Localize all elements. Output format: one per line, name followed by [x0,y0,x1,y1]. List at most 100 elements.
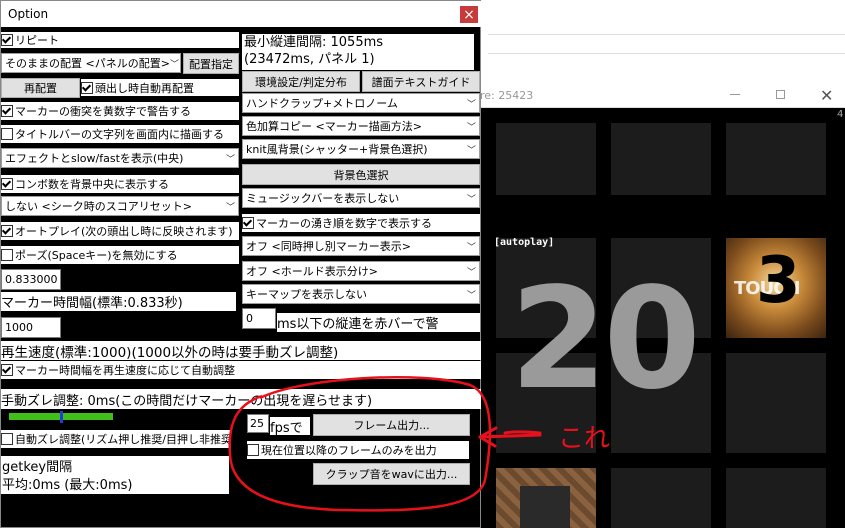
button-label: 配置指定 [189,57,233,71]
checkbox-label: マーカーの湧き順を数字で表示する [256,217,432,230]
offset-slider[interactable] [9,411,113,423]
checkbox-box [1,225,13,237]
effect-select[interactable]: エフェクトとslow/fastを表示(中央) ﹀ [1,148,239,168]
chevron-down-icon: ﹀ [466,290,476,301]
checkbox-label: リピート [15,34,59,47]
label-text: 手動ズレ調整: 0ms(この時間だけマーカーの出現を遅らせます) [1,393,373,409]
chevron-down-icon: ﹀ [466,194,476,205]
color-add-select[interactable]: 色加算コピー <マーカー描画方法> ﹀ [242,116,480,136]
select-value: knit風背景(シャッター+背景色選択) [246,143,428,156]
auto-offset-checkbox[interactable]: 自動ズレ調整(リズム押し推奨/目押し非推奨) [1,430,231,448]
getkey-average: 平均:0ms (最大:0ms) [2,478,133,493]
close-icon: × [463,6,475,23]
replace-button[interactable]: 再配置 [1,78,80,98]
panel-tile [611,468,711,528]
chevron-down-icon: ﹀ [225,154,235,165]
button-label: フレーム出力... [353,419,430,432]
checkbox-box [1,364,13,376]
select-value: エフェクトとslow/fastを表示(中央) [5,152,184,165]
marker-speed-adjust-checkbox[interactable]: マーカー時間幅を再生速度に応じて自動調整 [1,361,481,379]
chevron-down-icon: ﹀ [225,202,235,213]
checkbox-label: ポーズ(Spaceキー)を無効にする [15,249,178,262]
annotation-text: これ [558,424,611,454]
checkbox-label: 自動ズレ調整(リズム押し推奨/目押し非推奨) [15,433,231,446]
select-value: しない <シーク時のスコアリセット> [5,200,192,213]
marker-collision-checkbox[interactable]: マーカーの衝突を黄数字で警告する [1,102,239,120]
panel-tile [611,123,711,195]
marker-order-checkbox[interactable]: マーカーの湧き順を数字で表示する [242,214,480,232]
divider [488,34,845,35]
minimize-icon[interactable] [730,94,740,95]
min-interval-line1: 最小縦連間隔: 1055ms [244,35,384,50]
getkey-title: getkey間隔 [2,460,73,475]
pause-disable-checkbox[interactable]: ポーズ(Spaceキー)を無効にする [1,246,239,264]
env-settings-button[interactable]: 環境設定/判定分布 [242,71,360,92]
score-text-guide-button[interactable]: 譜面テキストガイド [362,71,480,92]
select-value: ミュージックバーを表示しない [246,192,400,205]
chevron-down-icon: ﹀ [466,145,476,156]
speed-label: 再生速度(標準:1000)(1000以外の時は要手動ズレ調整) [1,341,481,360]
autoplay-checkbox[interactable]: オートプレイ(次の頭出し時に反映されます) [1,222,239,240]
marker-interval-label: マーカー時間幅(標準:0.833秒) [1,292,236,311]
combo-number: 20 [510,258,701,421]
repeat-checkbox[interactable]: リピート [1,32,239,48]
keymap-select[interactable]: キーマップを表示しない ﹀ [242,284,480,304]
maximize-icon[interactable] [776,90,785,99]
min-interval-line2: (23472ms, パネル 1) [244,52,375,67]
marker-panel-tile [496,468,596,528]
red-bar-threshold-input[interactable]: 0 [242,308,276,329]
checkbox-box [1,178,13,190]
fps-input[interactable]: 25 [247,414,269,433]
input-value: 25 [250,417,264,430]
min-interval-panel: 最小縦連間隔: 1055ms (23472ms, パネル 1) [242,34,474,70]
touch-count: 3 [756,244,801,318]
close-icon[interactable]: ✕ [820,86,833,105]
seek-reset-select[interactable]: しない <シーク時のスコアリセット> ﹀ [1,196,239,216]
select-value: 色加算コピー <マーカー描画方法> [246,120,422,133]
speed-input[interactable]: 1000 [1,317,61,338]
music-bar-select[interactable]: ミュージックバーを表示しない ﹀ [242,188,480,208]
select-value: オフ <同時押し別マーカー表示> [246,240,411,253]
knit-background-select[interactable]: knit風背景(シャッター+背景色選択) ﹀ [242,139,480,159]
checkbox-box [1,128,13,140]
auto-replay-checkbox[interactable]: 頭出し時自動再配置 [81,79,239,96]
combo-center-checkbox[interactable]: コンボ数を背景中央に表示する [1,175,239,193]
placement-select[interactable]: そのままの配置 <パネルの配置> ﹀ [1,53,181,73]
hold-select[interactable]: オフ <ホールド表示分け> ﹀ [242,261,480,281]
panel-tile [726,468,826,528]
simultaneous-select[interactable]: オフ <同時押し別マーカー表示> ﹀ [242,236,480,256]
checkbox-box [81,81,93,94]
panel-tile [726,123,826,195]
manual-offset-label: 手動ズレ調整: 0ms(この時間だけマーカーの出現を遅らせます) [1,389,481,409]
frame-only-current-checkbox[interactable]: 現在位置以降のフレームのみを出力 [247,441,469,459]
game-window-title: re: 25423 [480,89,534,102]
bg-color-button[interactable]: 背景色選択 [242,164,480,185]
chevron-down-icon: ﹀ [466,122,476,133]
clap-wav-button[interactable]: クラップ音をwavに出力... [313,463,470,485]
button-label: 譜面テキストガイド [371,75,471,89]
button-label: 再配置 [24,82,57,95]
option-window: Option × リピート そのままの配置 <パネルの配置> ﹀ 配置指定 再配置… [0,0,481,528]
fps-label: fpsで [270,417,310,435]
close-button[interactable]: × [460,6,478,23]
input-value: 0 [246,312,253,325]
touch-panel-tile: TOUCH 3 [726,238,826,338]
checkbox-label: マーカー時間幅を再生速度に応じて自動調整 [15,364,235,377]
chevron-down-icon: ﹀ [169,59,179,70]
getkey-panel: getkey間隔 平均:0ms (最大:0ms) [1,456,229,494]
button-label: 背景色選択 [333,168,389,182]
placement-button[interactable]: 配置指定 [183,53,239,74]
checkbox-box [247,444,259,456]
slider-thumb[interactable] [60,411,63,423]
input-value: 1000 [5,321,33,334]
chevron-down-icon: ﹀ [466,242,476,253]
frame-output-button[interactable]: フレーム出力... [313,414,470,436]
game-window: re: 25423 ✕ 4 TOUCH 3 [autoplay] 20 [480,85,845,528]
handclap-select[interactable]: ハンドクラップ+メトロノーム ﹀ [242,93,480,113]
option-titlebar: Option × [1,1,481,27]
marker-interval-input[interactable]: 0.833000 [1,269,61,290]
input-value: 0.833000 [5,273,58,286]
marker-inner [520,486,570,528]
chevron-down-icon: ﹀ [466,267,476,278]
titlebar-text-checkbox[interactable]: タイトルバーの文字列を画面内に描画する [1,125,239,143]
